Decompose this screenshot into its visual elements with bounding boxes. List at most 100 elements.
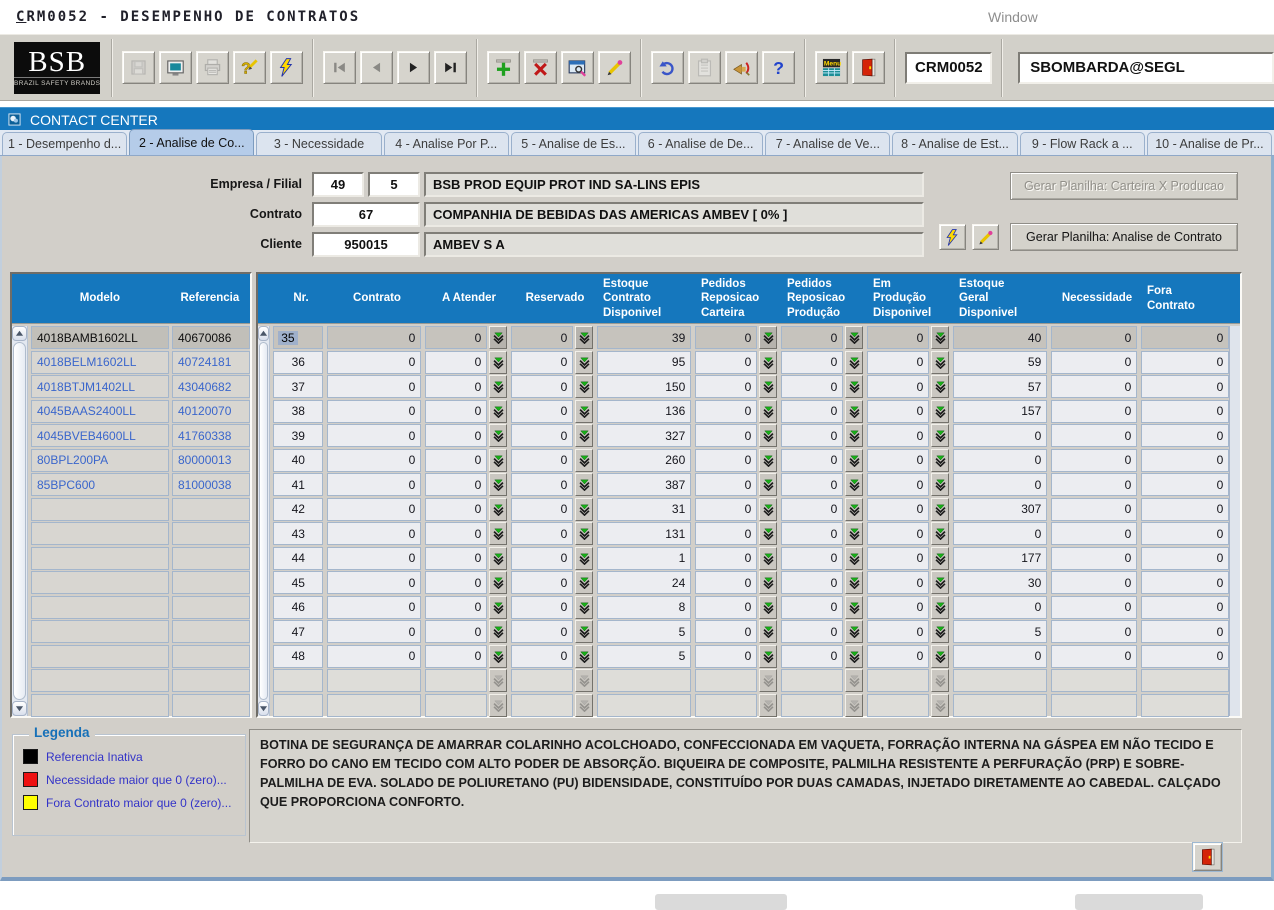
estoque_contrato-cell[interactable]: 1 [597,547,691,570]
modelo-cell[interactable] [31,645,169,668]
reservado-cell[interactable]: 0 [511,596,573,619]
estoque_geral-cell[interactable]: 5 [953,620,1047,643]
referencia-cell[interactable] [172,694,250,717]
em_producao-cell[interactable]: 0 [867,351,929,374]
fora_contrato-cell[interactable]: 0 [1141,645,1229,668]
model-grid-scrollbar[interactable] [12,326,28,716]
necessidade-cell[interactable] [1051,669,1137,692]
drill-down-button[interactable] [489,498,507,521]
estoque_contrato-cell[interactable]: 31 [597,498,691,521]
modelo-cell[interactable] [31,522,169,545]
estoque_geral-cell[interactable]: 59 [953,351,1047,374]
drill-down-button[interactable] [931,449,949,472]
a_atender-cell[interactable]: 0 [425,424,487,447]
drill-down-button[interactable] [931,547,949,570]
necessidade-cell[interactable]: 0 [1051,596,1137,619]
nr-cell[interactable]: 48 [273,645,323,668]
nr-cell[interactable]: 35 [273,326,323,349]
drill-down-button[interactable] [575,522,593,545]
scroll-down-icon[interactable] [258,701,269,716]
nr-cell[interactable] [273,669,323,692]
drill-down-button[interactable] [489,669,507,692]
necessidade-cell[interactable]: 0 [1051,645,1137,668]
em_producao-cell[interactable]: 0 [867,449,929,472]
drill-down-button[interactable] [931,571,949,594]
drill-down-button[interactable] [575,571,593,594]
drill-down-button[interactable] [575,669,593,692]
drill-down-button[interactable] [845,326,863,349]
drill-down-button[interactable] [931,596,949,619]
tab-10[interactable]: 10 - Analise de Pr... [1147,132,1272,155]
modelo-cell[interactable] [31,694,169,717]
contract-row[interactable]: 460008000000 [273,596,1229,619]
necessidade-cell[interactable] [1051,694,1137,717]
model-row[interactable]: 4018BTJM1402LL43040682 [31,375,250,398]
drill-down-button[interactable] [845,351,863,374]
referencia-cell[interactable]: 43040682 [172,375,250,398]
ped_rep_carteira-cell[interactable] [695,694,757,717]
tab-2[interactable]: 2 - Analise de Co... [129,129,254,155]
nr-cell[interactable]: 45 [273,571,323,594]
reservado-cell[interactable]: 0 [511,473,573,496]
drill-down-button[interactable] [759,400,777,423]
contrato-cell[interactable]: 0 [327,596,421,619]
ped_rep_carteira-cell[interactable] [695,669,757,692]
necessidade-cell[interactable]: 0 [1051,522,1137,545]
model-row[interactable]: 4018BAMB1602LL40670086 [31,326,250,349]
estoque_contrato-cell[interactable]: 131 [597,522,691,545]
estoque_geral-cell[interactable]: 177 [953,547,1047,570]
nr-cell[interactable]: 43 [273,522,323,545]
fora_contrato-cell[interactable]: 0 [1141,400,1229,423]
tab-3[interactable]: 3 - Necessidade [256,132,381,155]
referencia-cell[interactable]: 80000013 [172,449,250,472]
drill-down-button[interactable] [575,473,593,496]
tab-9[interactable]: 9 - Flow Rack a ... [1020,132,1145,155]
reservado-cell[interactable]: 0 [511,351,573,374]
drill-down-button[interactable] [489,645,507,668]
paste-button[interactable] [688,51,721,84]
drill-down-button[interactable] [489,424,507,447]
contract-row[interactable]: 470005000500 [273,620,1229,643]
ped_rep_producao-cell[interactable]: 0 [781,498,843,521]
cliente-input[interactable]: 950015 [312,232,420,257]
reservado-cell[interactable]: 0 [511,326,573,349]
fora_contrato-cell[interactable]: 0 [1141,326,1229,349]
drill-down-button[interactable] [575,547,593,570]
drill-down-button[interactable] [759,473,777,496]
contract-row[interactable]: 420003100030700 [273,498,1229,521]
drill-down-button[interactable] [845,645,863,668]
reservado-cell[interactable]: 0 [511,498,573,521]
model-row[interactable] [31,694,250,717]
referencia-cell[interactable] [172,547,250,570]
nr-cell[interactable]: 38 [273,400,323,423]
reservado-cell[interactable]: 0 [511,375,573,398]
referencia-cell[interactable]: 40670086 [172,326,250,349]
reservado-cell[interactable]: 0 [511,400,573,423]
estoque_contrato-cell[interactable]: 150 [597,375,691,398]
tab-4[interactable]: 4 - Analise Por P... [384,132,509,155]
ped_rep_producao-cell[interactable]: 0 [781,596,843,619]
contrato-cell[interactable]: 0 [327,375,421,398]
nr-cell[interactable]: 41 [273,473,323,496]
a_atender-cell[interactable]: 0 [425,645,487,668]
scroll-down-icon[interactable] [12,701,27,716]
necessidade-cell[interactable]: 0 [1051,351,1137,374]
execute-query-button[interactable] [270,51,303,84]
tab-8[interactable]: 8 - Analise de Est... [892,132,1017,155]
drill-down-button[interactable] [931,694,949,717]
drill-down-button[interactable] [845,400,863,423]
drill-down-button[interactable] [575,400,593,423]
drill-down-button[interactable] [845,498,863,521]
drill-down-button[interactable] [845,449,863,472]
referencia-cell[interactable] [172,522,250,545]
scroll-up-icon[interactable] [258,326,269,341]
fora_contrato-cell[interactable]: 0 [1141,571,1229,594]
estoque_contrato-cell[interactable]: 5 [597,620,691,643]
execute-lightning-button[interactable] [939,224,966,250]
drill-down-button[interactable] [845,375,863,398]
referencia-cell[interactable] [172,498,250,521]
em_producao-cell[interactable]: 0 [867,645,929,668]
contrato-cell[interactable]: 0 [327,351,421,374]
drill-down-button[interactable] [845,571,863,594]
nr-cell[interactable]: 37 [273,375,323,398]
